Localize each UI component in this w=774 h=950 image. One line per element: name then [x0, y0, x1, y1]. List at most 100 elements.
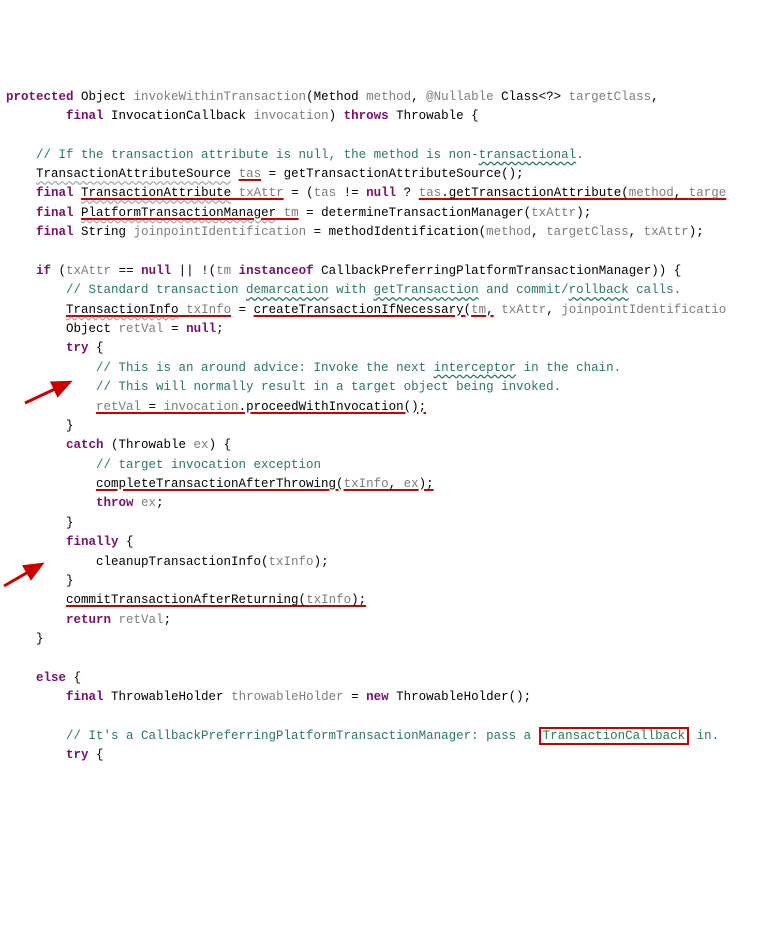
text: = ( [284, 186, 314, 200]
text: ); [314, 555, 329, 569]
underlined-type: PlatformTransactionManager tm [81, 206, 299, 220]
var: txAttr [531, 206, 576, 220]
keyword: catch [66, 438, 104, 452]
var: joinpointIdentification [134, 225, 307, 239]
param: targetClass [569, 90, 652, 104]
keyword: try [66, 748, 89, 762]
underlined-decl: TransactionInfo txInfo [66, 303, 231, 317]
var: retVal [119, 322, 164, 336]
text: , [629, 225, 644, 239]
text: Throwable { [389, 109, 479, 123]
text: ); [689, 225, 704, 239]
keyword: null [141, 264, 171, 278]
keyword: final [66, 109, 104, 123]
text: , [546, 303, 561, 317]
comment: in the chain. [516, 361, 621, 375]
keyword: else [36, 671, 66, 685]
underlined-assignment: retVal = invocation.proceedWithInvocatio… [96, 400, 426, 414]
text: ; [164, 613, 172, 627]
keyword: final [36, 186, 74, 200]
comment-wavy: rollback [569, 283, 629, 297]
brace: } [66, 516, 74, 530]
text: = [231, 303, 254, 317]
boxed-text: TransactionCallback [539, 727, 690, 745]
text: String [74, 225, 134, 239]
brace: } [36, 632, 44, 646]
brace: } [66, 419, 74, 433]
var: targetClass [546, 225, 629, 239]
var: txInfo [269, 555, 314, 569]
comment: // Standard transaction [66, 283, 246, 297]
text: , [531, 225, 546, 239]
text [111, 613, 119, 627]
comment-wavy: getTransaction [374, 283, 479, 297]
var: txAttr [66, 264, 111, 278]
text: || !( [171, 264, 216, 278]
keyword: final [36, 225, 74, 239]
keyword: return [66, 613, 111, 627]
text: Object [66, 322, 119, 336]
comment: // This is an around advice: Invoke the … [96, 361, 434, 375]
brace: } [66, 574, 74, 588]
var: method [486, 225, 531, 239]
text [231, 167, 239, 181]
text [134, 496, 142, 510]
comment: . [576, 148, 584, 162]
comment: in. [689, 729, 719, 743]
underlined-call: completeTransactionAfterThrowing(txInfo,… [96, 477, 434, 491]
annotation: @Nullable [426, 90, 494, 104]
var: txAttr [644, 225, 689, 239]
text: = methodIdentification( [306, 225, 486, 239]
text: ThrowableHolder [104, 690, 232, 704]
text: { [66, 671, 81, 685]
keyword: new [366, 690, 389, 704]
text: ); [576, 206, 591, 220]
text: ) [329, 109, 344, 123]
text: { [89, 748, 104, 762]
underlined-type: TransactionAttribute txAttr [81, 186, 284, 200]
var: tas [314, 186, 337, 200]
comment-wavy: interceptor [434, 361, 517, 375]
var: txAttr [501, 303, 546, 317]
text: (Method [306, 90, 366, 104]
text: = getTransactionAttributeSource(); [261, 167, 524, 181]
text: InvocationCallback [104, 109, 254, 123]
var: throwableHolder [231, 690, 344, 704]
keyword: throws [344, 109, 389, 123]
var: ex [194, 438, 209, 452]
keyword: null [186, 322, 216, 336]
keyword: protected [6, 90, 74, 104]
underlined-call: tas.getTransactionAttribute(method, targ… [419, 186, 727, 200]
keyword: null [366, 186, 396, 200]
text: = [164, 322, 187, 336]
text: , [411, 90, 426, 104]
method-name: invokeWithinTransaction [134, 90, 307, 104]
text: = [344, 690, 367, 704]
text: == [111, 264, 141, 278]
text: , [651, 90, 659, 104]
keyword: if [36, 264, 51, 278]
underlined-call: createTransactionIfNecessary(tm, [254, 303, 494, 317]
var: ex [141, 496, 156, 510]
param: method [366, 90, 411, 104]
keyword: try [66, 341, 89, 355]
underlined-var: tas [239, 167, 262, 181]
text: CallbackPreferringPlatformTransactionMan… [314, 264, 682, 278]
text: Class<?> [494, 90, 569, 104]
text: cleanupTransactionInfo( [96, 555, 269, 569]
comment: calls. [629, 283, 682, 297]
var: retVal [119, 613, 164, 627]
code-block: protected Object invokeWithinTransaction… [6, 88, 768, 766]
keyword: final [66, 690, 104, 704]
text [74, 206, 82, 220]
text: Object [74, 90, 134, 104]
param: invocation [254, 109, 329, 123]
text: != [336, 186, 366, 200]
underlined-type: TransactionAttributeSource [36, 167, 231, 181]
text [74, 186, 82, 200]
var: joinpointIdentificatio [561, 303, 726, 317]
text: ( [51, 264, 66, 278]
text: ThrowableHolder(); [389, 690, 532, 704]
keyword: throw [96, 496, 134, 510]
text: ? [396, 186, 419, 200]
